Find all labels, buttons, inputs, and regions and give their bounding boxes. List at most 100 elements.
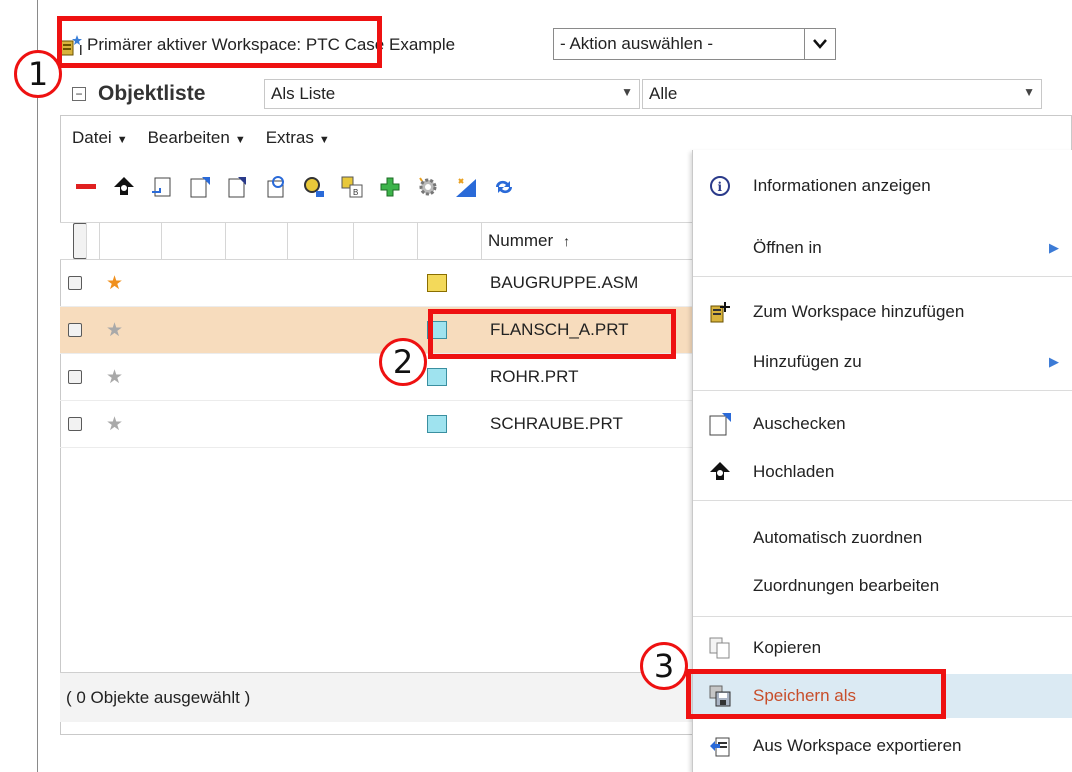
collapse-icon[interactable]: − bbox=[72, 87, 86, 101]
row-checkbox[interactable] bbox=[68, 323, 82, 337]
favorite-star-icon[interactable]: ★ bbox=[106, 319, 123, 342]
menu-separator bbox=[693, 276, 1072, 277]
part-icon bbox=[427, 415, 447, 433]
caret-down-icon: ▼ bbox=[234, 134, 246, 146]
menu-item-label: Hinzufügen zu bbox=[753, 352, 862, 371]
favorite-star-icon[interactable]: ★ bbox=[106, 413, 123, 436]
favorite-star-icon[interactable]: ★ bbox=[106, 366, 123, 389]
remove-icon[interactable] bbox=[72, 173, 100, 201]
menu-item-label: Zum Workspace hinzufügen bbox=[753, 302, 965, 321]
select-all-checkbox[interactable] bbox=[72, 223, 87, 259]
checkin-icon[interactable] bbox=[148, 173, 176, 201]
row-name: ROHR.PRT bbox=[490, 367, 579, 386]
sort-arrow-icon: ↑ bbox=[563, 233, 571, 249]
add-icon[interactable] bbox=[376, 173, 404, 201]
header-col-favorite[interactable] bbox=[100, 223, 162, 259]
highlight-box-3 bbox=[686, 669, 946, 719]
replace-icon[interactable]: B bbox=[338, 173, 366, 201]
favorite-star-icon[interactable]: ★ bbox=[106, 272, 123, 295]
export-icon bbox=[707, 733, 733, 759]
menu-datei-label: Datei bbox=[72, 128, 112, 147]
measure-icon[interactable] bbox=[452, 173, 480, 201]
search-workspace-icon[interactable] bbox=[300, 173, 328, 201]
submenu-arrow-icon: ▶ bbox=[1049, 240, 1059, 255]
upload-icon[interactable] bbox=[110, 173, 138, 201]
header-col-2[interactable] bbox=[162, 223, 226, 259]
menu-item-add-to[interactable]: Hinzufügen zu ▶ bbox=[693, 340, 1072, 384]
header-col-5[interactable] bbox=[354, 223, 418, 259]
menu-item-upload[interactable]: Hochladen bbox=[693, 450, 1072, 494]
menu-item-open-in[interactable]: Öffnen in ▶ bbox=[693, 226, 1072, 270]
selection-status: ( 0 Objekte ausgewählt ) bbox=[60, 672, 694, 722]
update-icon[interactable] bbox=[262, 173, 290, 201]
menubar: Datei ▼ Bearbeiten ▼ Extras ▼ bbox=[72, 128, 330, 148]
menu-item-add-to-workspace[interactable]: Zum Workspace hinzufügen bbox=[693, 290, 1072, 334]
table-row[interactable]: ★ BAUGRUPPE.ASM bbox=[60, 260, 694, 307]
menu-item-label: Hochladen bbox=[753, 462, 835, 481]
upload-icon bbox=[707, 459, 733, 485]
annotation-badge-3: 3 bbox=[640, 642, 688, 690]
dropdown-arrow-icon: ▼ bbox=[621, 85, 633, 99]
header-select-all bbox=[60, 223, 100, 259]
objectlist-title: Objektliste bbox=[98, 82, 206, 105]
caret-down-icon: ▼ bbox=[318, 134, 330, 146]
menu-item-label: Zuordnungen bearbeiten bbox=[753, 576, 940, 595]
menu-bearbeiten-label: Bearbeiten bbox=[147, 128, 230, 147]
menu-item-label: Auschecken bbox=[753, 414, 846, 433]
menu-separator bbox=[693, 616, 1072, 617]
sync-icon[interactable] bbox=[490, 173, 518, 201]
row-checkbox[interactable] bbox=[68, 417, 82, 431]
svg-text:B: B bbox=[353, 188, 358, 197]
table-row[interactable]: ★ SCHRAUBE.PRT bbox=[60, 401, 694, 448]
menu-datei[interactable]: Datei ▼ bbox=[72, 128, 128, 148]
menu-extras-label: Extras bbox=[265, 128, 314, 147]
header-col-4[interactable] bbox=[288, 223, 354, 259]
menu-item-edit-assignments[interactable]: Zuordnungen bearbeiten bbox=[693, 564, 1072, 608]
svg-text:i: i bbox=[718, 180, 723, 194]
menu-item-label: Automatisch zuordnen bbox=[753, 528, 923, 547]
column-number-label: Nummer bbox=[488, 231, 554, 250]
menu-separator bbox=[693, 500, 1072, 501]
status-text: ( 0 Objekte ausgewählt ) bbox=[66, 687, 251, 707]
submenu-arrow-icon: ▶ bbox=[1049, 354, 1059, 369]
chevron-down-icon[interactable] bbox=[804, 29, 835, 59]
view-combo-value: Als Liste bbox=[271, 84, 336, 103]
row-checkbox[interactable] bbox=[68, 276, 82, 290]
menu-item-checkout[interactable]: Auschecken bbox=[693, 402, 1072, 446]
row-checkbox[interactable] bbox=[68, 370, 82, 384]
menu-item-label: Öffnen in bbox=[753, 238, 822, 257]
menu-item-export[interactable]: Aus Workspace exportieren bbox=[693, 724, 1072, 768]
highlight-box-1 bbox=[57, 16, 382, 68]
caret-down-icon: ▼ bbox=[116, 134, 128, 146]
annotation-badge-1: 1 bbox=[14, 50, 62, 98]
highlight-box-2 bbox=[428, 309, 676, 359]
undo-checkout-icon[interactable] bbox=[224, 173, 252, 201]
action-select[interactable]: - Aktion auswählen - bbox=[553, 28, 836, 60]
menu-item-label: Aus Workspace exportieren bbox=[753, 736, 962, 755]
table-row[interactable]: ★ ROHR.PRT bbox=[60, 354, 694, 401]
info-icon: i bbox=[707, 173, 733, 199]
checkout-icon bbox=[707, 411, 733, 437]
view-combo[interactable]: Als Liste ▼ bbox=[264, 79, 640, 109]
header-col-number[interactable]: Nummer ↑ bbox=[482, 223, 694, 259]
action-select-value: - Aktion auswählen - bbox=[560, 34, 714, 53]
menu-bearbeiten[interactable]: Bearbeiten ▼ bbox=[148, 128, 246, 148]
menu-item-copy[interactable]: Kopieren bbox=[693, 626, 1072, 670]
table-header: Nummer ↑ bbox=[60, 222, 694, 260]
header-col-type[interactable] bbox=[418, 223, 482, 259]
menu-extras[interactable]: Extras ▼ bbox=[266, 128, 330, 148]
header-col-3[interactable] bbox=[226, 223, 288, 259]
checkout-icon[interactable] bbox=[186, 173, 214, 201]
row-name: BAUGRUPPE.ASM bbox=[490, 273, 639, 292]
filter-combo[interactable]: Alle ▼ bbox=[642, 79, 1042, 109]
row-name: SCHRAUBE.PRT bbox=[490, 414, 623, 433]
filter-combo-value: Alle bbox=[649, 84, 678, 103]
menu-item-auto-assign[interactable]: Automatisch zuordnen bbox=[693, 516, 1072, 560]
settings-gear-icon[interactable] bbox=[414, 173, 442, 201]
menu-item-label: Informationen anzeigen bbox=[753, 176, 931, 195]
menu-separator bbox=[693, 390, 1072, 391]
menu-item-info[interactable]: i Informationen anzeigen bbox=[693, 164, 1072, 208]
menu-item-label: Kopieren bbox=[753, 638, 822, 657]
copy-icon bbox=[707, 635, 733, 661]
annotation-badge-2: 2 bbox=[379, 338, 427, 386]
